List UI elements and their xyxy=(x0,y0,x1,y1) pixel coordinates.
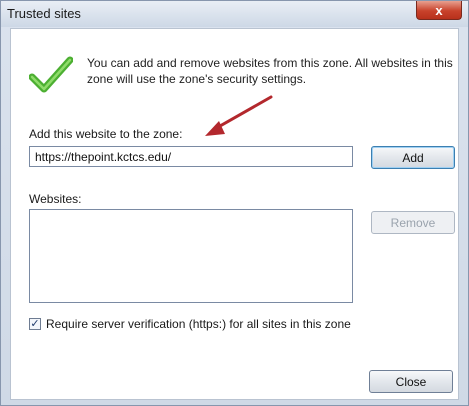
checkmark-icon: ✓ xyxy=(30,317,40,330)
add-button[interactable]: Add xyxy=(371,146,455,169)
window-close-button[interactable]: x xyxy=(416,1,462,20)
green-checkmark-icon xyxy=(29,56,73,93)
websites-label: Websites: xyxy=(29,192,82,206)
dialog-content: You can add and remove websites from thi… xyxy=(10,28,459,400)
remove-button[interactable]: Remove xyxy=(371,211,455,234)
website-url-input[interactable] xyxy=(29,146,353,167)
title-bar[interactable]: Trusted sites x xyxy=(1,1,468,27)
red-arrow-annotation xyxy=(205,95,273,136)
close-button[interactable]: Close xyxy=(369,370,453,393)
zone-info-text: You can add and remove websites from thi… xyxy=(87,56,453,86)
require-verification-row[interactable]: ✓ Require server verification (https:) f… xyxy=(29,317,351,331)
require-verification-checkbox[interactable]: ✓ xyxy=(29,318,41,330)
close-icon: x xyxy=(435,2,443,18)
websites-list[interactable] xyxy=(29,209,353,303)
add-website-label: Add this website to the zone: xyxy=(29,127,183,141)
trusted-sites-dialog: Trusted sites x You can add and remove w… xyxy=(0,0,469,406)
window-title: Trusted sites xyxy=(7,6,81,21)
require-verification-label: Require server verification (https:) for… xyxy=(46,317,351,331)
